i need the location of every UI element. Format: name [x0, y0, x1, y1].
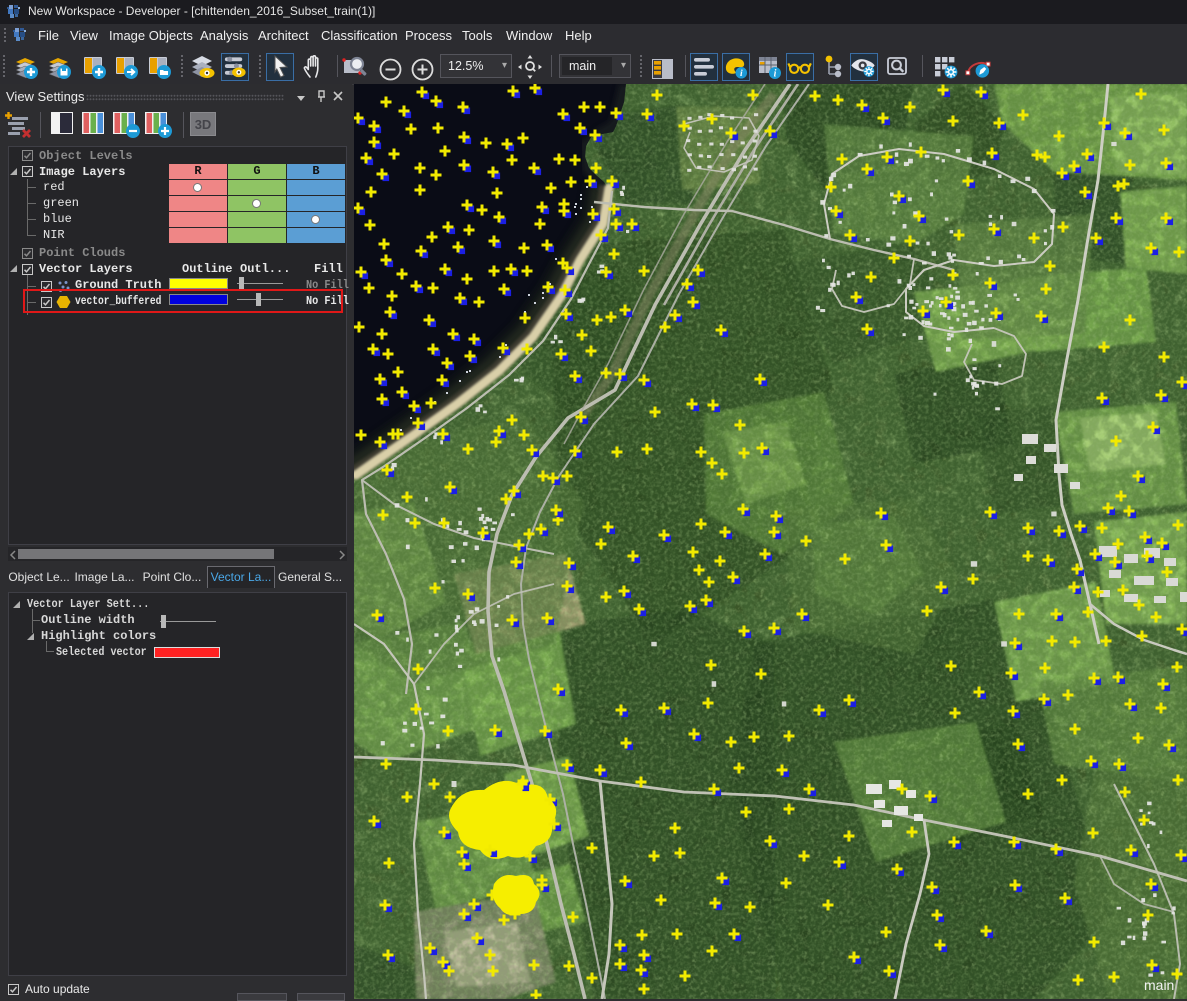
- svg-text:i: i: [773, 68, 776, 79]
- svg-text:i: i: [740, 68, 743, 79]
- svg-text:main: main: [1144, 977, 1174, 993]
